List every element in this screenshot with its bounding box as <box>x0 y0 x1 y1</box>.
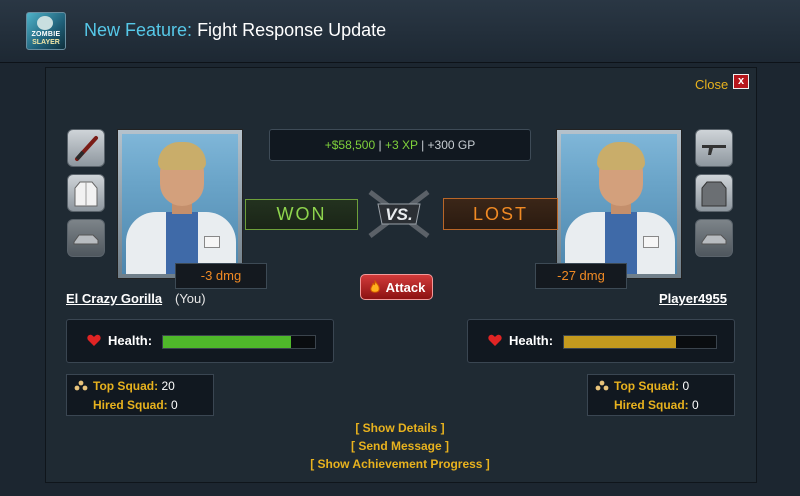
opponent-health-bar <box>563 335 717 349</box>
title-prefix: New Feature: <box>84 20 193 40</box>
logo-text-top: ZOMBIE <box>31 31 61 38</box>
attack-button[interactable]: Attack <box>360 274 433 300</box>
player-health-fill <box>163 336 291 348</box>
hired-squad-value: 0 <box>692 398 699 412</box>
rifle-icon <box>702 145 726 155</box>
car-icon <box>701 234 727 245</box>
fire-icon <box>369 280 380 293</box>
player-damage: -3 dmg <box>175 263 267 289</box>
page-title: New Feature: Fight Response Update <box>84 20 386 41</box>
reward-separator: | <box>417 138 428 152</box>
heart-icon <box>488 334 502 346</box>
player-health-bar <box>162 335 316 349</box>
reward-xp: +3 XP <box>384 138 418 152</box>
jacket-icon <box>701 181 727 207</box>
opponent-equipment-slot-weapon[interactable] <box>695 129 733 167</box>
player-health-panel: Health: <box>66 319 334 363</box>
opponent-equipment-slot-vehicle[interactable] <box>695 219 733 257</box>
fight-rewards: +$58,500 | +3 XP | +300 GP <box>269 129 531 161</box>
opponent-squad-panel: Top Squad: 0 Hired Squad: 0 <box>587 374 735 416</box>
car-icon <box>73 234 99 245</box>
equipment-slot-vehicle[interactable] <box>67 219 105 257</box>
logo-text-bottom: SLAYER <box>32 39 60 46</box>
attack-label: Attack <box>385 279 426 295</box>
opponent-portrait[interactable] <box>556 129 682 279</box>
app-logo: ZOMBIE SLAYER <box>26 12 66 50</box>
title-text: Fight Response Update <box>197 20 387 40</box>
top-squad-value: 0 <box>682 379 690 393</box>
reward-separator: | <box>375 138 385 152</box>
opponent-damage: -27 dmg <box>535 263 627 289</box>
top-squad-value: 20 <box>161 379 175 393</box>
top-squad-label: Top Squad: <box>93 379 159 393</box>
equipment-slot-weapon[interactable] <box>67 129 105 167</box>
top-bar: ZOMBIE SLAYER New Feature: Fight Respons… <box>0 0 800 63</box>
player-squad-panel: Top Squad: 20 Hired Squad: 0 <box>66 374 214 416</box>
opponent-equipment-slot-armor[interactable] <box>695 174 733 212</box>
player-name-link[interactable]: El Crazy Gorilla <box>66 291 162 306</box>
opponent-name-link[interactable]: Player4955 <box>659 291 727 306</box>
hired-squad-value: 0 <box>171 398 178 412</box>
heart-icon <box>87 334 101 346</box>
svg-text:VS.: VS. <box>385 205 412 224</box>
versus-icon: VS. <box>368 190 430 238</box>
send-message-link[interactable]: [ Send Message ] <box>0 439 800 453</box>
show-achievement-progress-link[interactable]: [ Show Achievement Progress ] <box>0 457 800 471</box>
health-label: Health: <box>509 333 554 348</box>
opponent-health-panel: Health: <box>467 319 735 363</box>
result-won-badge: WON <box>245 199 358 230</box>
close-link[interactable]: Close <box>695 77 728 92</box>
squad-icon <box>595 380 609 391</box>
health-label: Health: <box>108 333 153 348</box>
equipment-slot-armor[interactable] <box>67 174 105 212</box>
close-icon[interactable]: x <box>733 74 749 89</box>
result-lost-badge: LOST <box>443 198 558 230</box>
opponent-health-fill <box>564 336 677 348</box>
reward-cash: +$58,500 <box>324 138 376 152</box>
top-squad-label: Top Squad: <box>614 379 680 393</box>
bat-icon <box>75 136 98 161</box>
squad-icon <box>74 380 88 391</box>
hired-squad-label: Hired Squad: <box>614 398 689 412</box>
hired-squad-label: Hired Squad: <box>93 398 168 412</box>
player-you-tag: (You) <box>175 291 206 306</box>
lab-coat-icon <box>74 181 98 207</box>
player-portrait[interactable] <box>117 129 243 279</box>
show-details-link[interactable]: [ Show Details ] <box>0 421 800 435</box>
reward-gp: +300 GP <box>427 138 476 152</box>
